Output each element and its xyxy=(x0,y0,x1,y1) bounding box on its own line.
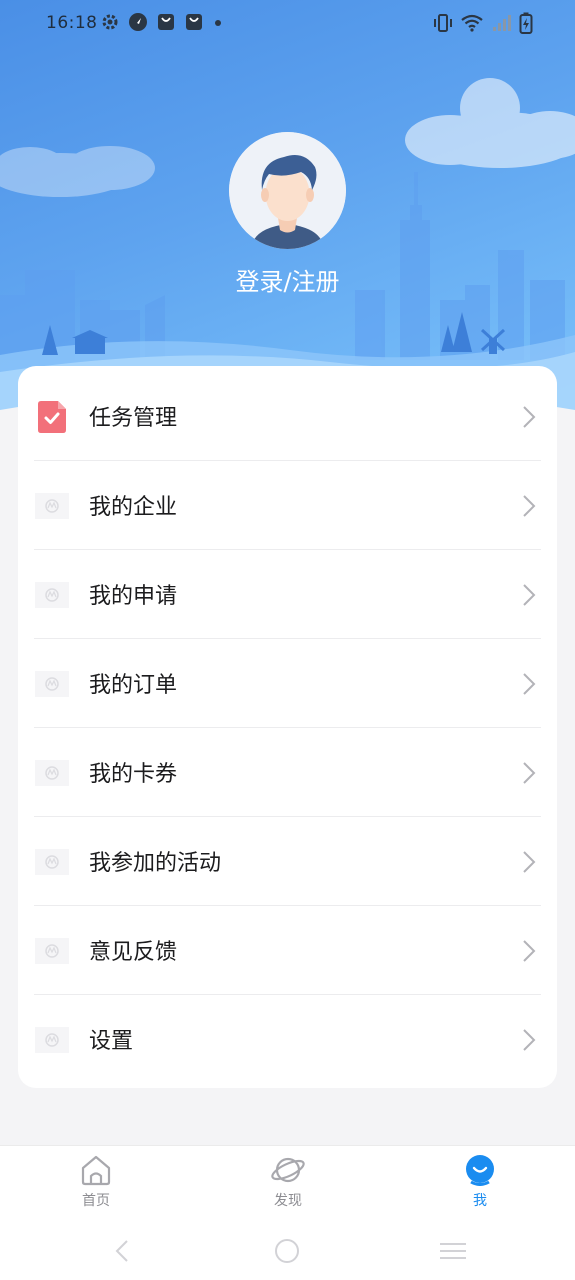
placeholder-logo-icon xyxy=(35,757,69,789)
tab-label: 首页 xyxy=(82,1193,110,1209)
menu-item-task-management[interactable]: 任务管理 xyxy=(18,372,557,461)
planet-icon xyxy=(271,1157,305,1183)
cellular-signal-icon xyxy=(493,15,511,31)
shopping-bag-icon xyxy=(158,14,174,30)
menu-item-my-orders[interactable]: 我的订单 xyxy=(18,639,557,728)
placeholder-logo-icon xyxy=(35,490,69,522)
menu-item-label: 我参加的活动 xyxy=(89,851,222,876)
recent-apps-icon[interactable] xyxy=(438,1241,468,1261)
placeholder-logo-icon xyxy=(35,1024,69,1056)
chevron-right-icon xyxy=(523,673,536,695)
tab-me[interactable]: 我 xyxy=(420,1154,540,1210)
placeholder-logo-icon xyxy=(35,579,69,611)
wifi-icon xyxy=(461,14,483,32)
menu-item-label: 我的卡券 xyxy=(89,762,178,787)
menu-item-label: 任务管理 xyxy=(89,406,178,431)
dot-icon xyxy=(215,20,221,26)
login-register-link[interactable]: 登录/注册 xyxy=(0,262,575,297)
placeholder-logo-icon xyxy=(35,846,69,878)
chevron-right-icon xyxy=(523,406,536,428)
shopping-bag-icon xyxy=(186,14,202,30)
avatar[interactable] xyxy=(229,132,346,249)
menu-item-label: 我的企业 xyxy=(89,495,178,520)
chevron-right-icon xyxy=(523,762,536,784)
menu-card: 任务管理 我的企业 我的申请 我的订单 我的卡券 我参加的活动 意见反馈 设置 xyxy=(18,366,557,1088)
chevron-right-icon xyxy=(523,940,536,962)
tab-label: 我 xyxy=(473,1193,487,1209)
chevron-right-icon xyxy=(523,851,536,873)
vibrate-icon xyxy=(434,14,452,32)
menu-item-label: 设置 xyxy=(89,1029,134,1054)
system-navigation-bar xyxy=(0,1221,575,1280)
menu-item-settings[interactable]: 设置 xyxy=(18,995,557,1084)
menu-item-my-enterprise[interactable]: 我的企业 xyxy=(18,461,557,550)
placeholder-logo-icon xyxy=(35,668,69,700)
settings-gear-icon xyxy=(102,14,118,30)
battery-charging-icon xyxy=(519,12,533,34)
tab-label: 发现 xyxy=(274,1193,302,1209)
default-user-avatar-icon xyxy=(229,132,346,249)
menu-item-label: 我的订单 xyxy=(89,673,178,698)
profile-smile-icon xyxy=(466,1155,494,1186)
menu-item-label: 我的申请 xyxy=(89,584,178,609)
status-bar: 16:18 xyxy=(0,0,575,48)
home-icon xyxy=(81,1155,111,1186)
menu-item-my-activities[interactable]: 我参加的活动 xyxy=(18,817,557,906)
status-time: 16:18 xyxy=(46,13,98,33)
chevron-right-icon xyxy=(523,1029,536,1051)
back-icon[interactable] xyxy=(112,1239,132,1263)
menu-item-label: 意见反馈 xyxy=(89,940,178,965)
menu-item-my-applications[interactable]: 我的申请 xyxy=(18,550,557,639)
chevron-right-icon xyxy=(523,584,536,606)
menu-item-my-coupons[interactable]: 我的卡券 xyxy=(18,728,557,817)
task-document-icon xyxy=(35,401,69,433)
home-circle-icon[interactable] xyxy=(274,1238,300,1264)
menu-item-feedback[interactable]: 意见反馈 xyxy=(18,906,557,995)
chevron-right-icon xyxy=(523,495,536,517)
compass-icon xyxy=(129,13,147,31)
bottom-tab-bar: 首页 发现 我 xyxy=(0,1145,575,1222)
placeholder-logo-icon xyxy=(35,935,69,967)
tab-discover[interactable]: 发现 xyxy=(228,1154,348,1210)
tab-home[interactable]: 首页 xyxy=(36,1154,156,1210)
